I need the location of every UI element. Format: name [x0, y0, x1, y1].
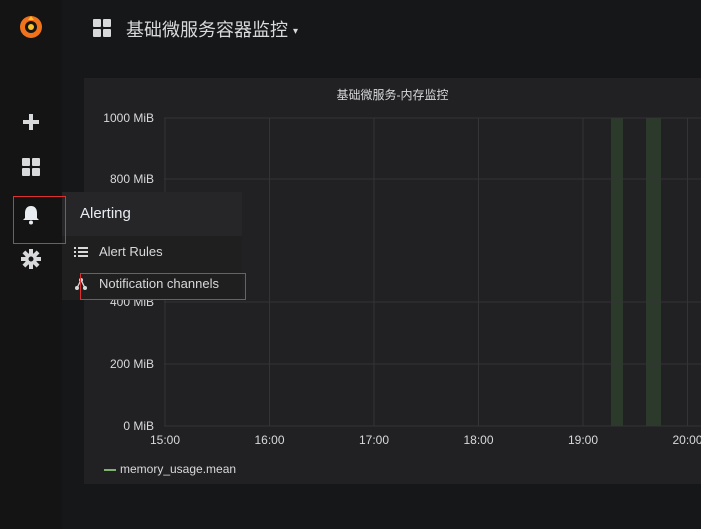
y-tick-label: 800 MiB [110, 172, 154, 186]
highlight-box-bell [13, 196, 66, 244]
x-tick-label: 16:00 [254, 433, 284, 447]
legend-item[interactable]: memory_usage.mean [104, 462, 236, 476]
x-tick-label: 20:00 [672, 433, 701, 447]
legend-label: memory_usage.mean [120, 462, 237, 476]
dashboard-title-button[interactable]: 基础微服务容器监控 ▾ [126, 16, 298, 42]
top-navbar: 基础微服务容器监控 ▾ [62, 0, 701, 58]
x-tick-label: 18:00 [463, 433, 493, 447]
chevron-down-icon: ▾ [293, 25, 299, 37]
plus-icon[interactable] [20, 111, 42, 133]
y-tick-label: 200 MiB [110, 357, 154, 371]
dashboards-grid-icon[interactable] [20, 156, 42, 178]
dashboard-grid-icon [92, 18, 112, 38]
gear-icon[interactable] [20, 248, 42, 270]
menu-item-alert-rules[interactable]: Alert Rules [62, 238, 242, 266]
flyout-title[interactable]: Alerting [80, 205, 131, 222]
annotation-band [611, 118, 623, 426]
x-tick-label: 15:00 [150, 433, 180, 447]
vertical-gridlines [164, 118, 688, 426]
legend-swatch [104, 468, 116, 471]
sidebar [0, 0, 62, 529]
x-axis-ticks: 15:00 16:00 17:00 18:00 19:00 20:00 [150, 433, 701, 447]
grafana-logo-icon[interactable] [18, 14, 44, 40]
x-tick-label: 19:00 [568, 433, 598, 447]
list-icon [74, 245, 88, 259]
dashboard-title: 基础微服务容器监控 [126, 20, 288, 40]
highlight-box-notification-channels [80, 273, 246, 300]
x-tick-label: 17:00 [359, 433, 389, 447]
flyout-header[interactable]: Alerting [62, 192, 242, 236]
y-tick-label: 1000 MiB [103, 111, 154, 125]
menu-item-label: Alert Rules [99, 244, 163, 259]
y-tick-label: 0 MiB [123, 419, 154, 433]
annotation-band [646, 118, 661, 426]
